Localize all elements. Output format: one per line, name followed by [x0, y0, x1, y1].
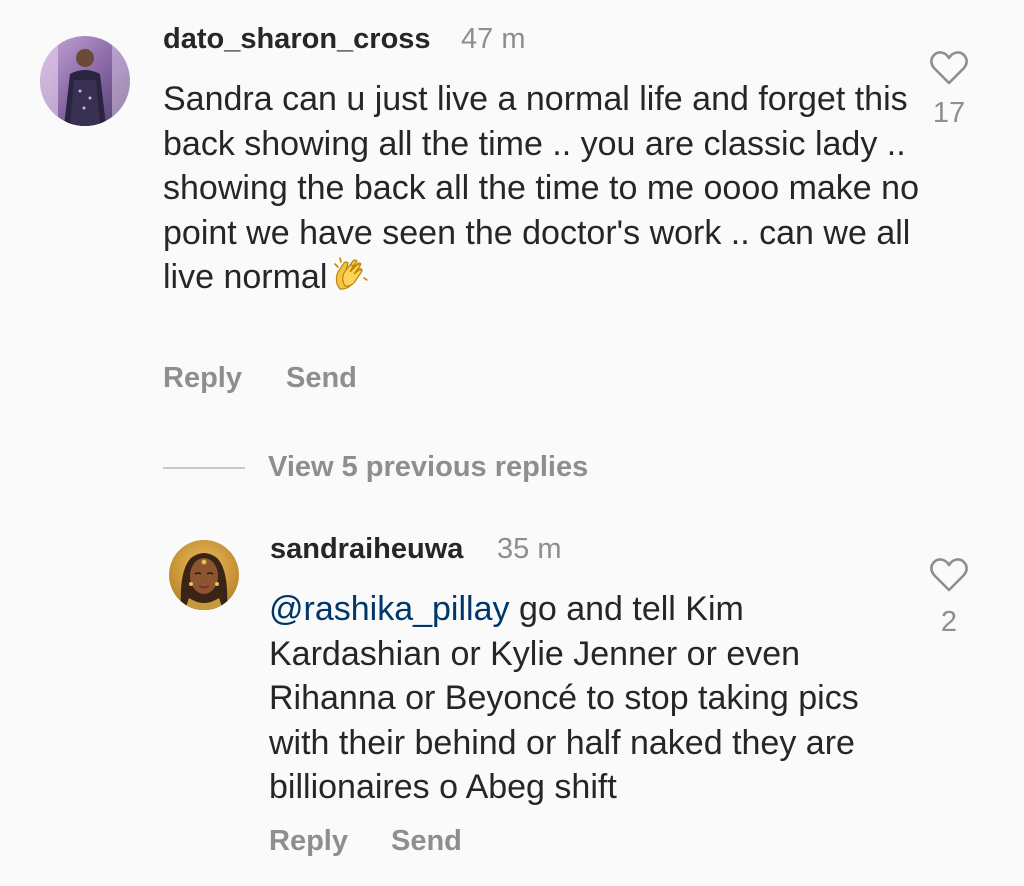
reply-button[interactable]: Reply	[163, 362, 242, 395]
comment-username[interactable]: dato_sharon_cross	[163, 23, 431, 56]
replies-divider	[163, 467, 245, 469]
send-button[interactable]: Send	[391, 825, 462, 858]
like-heart-icon[interactable]	[929, 50, 969, 86]
reply-username[interactable]: sandraiheuwa	[270, 533, 463, 566]
reply-button[interactable]: Reply	[269, 825, 348, 858]
send-button[interactable]: Send	[286, 362, 357, 395]
comment-text-content: Sandra can u just live a normal life and…	[163, 80, 919, 296]
clapping-hands-icon	[331, 256, 369, 304]
reply-timestamp: 35 m	[497, 533, 562, 565]
avatar[interactable]	[169, 540, 239, 610]
mention-link[interactable]: @rashika_pillay	[269, 590, 510, 628]
avatar[interactable]	[40, 36, 130, 126]
view-previous-replies-button[interactable]: View 5 previous replies	[268, 451, 588, 484]
like-count: 17	[932, 97, 966, 129]
like-count: 2	[940, 606, 958, 638]
comment-text: Sandra can u just live a normal life and…	[163, 77, 923, 304]
reply-text: @rashika_pillay go and tell Kim Kardashi…	[269, 587, 889, 810]
like-heart-icon[interactable]	[929, 557, 969, 593]
comment-timestamp: 47 m	[461, 23, 526, 55]
